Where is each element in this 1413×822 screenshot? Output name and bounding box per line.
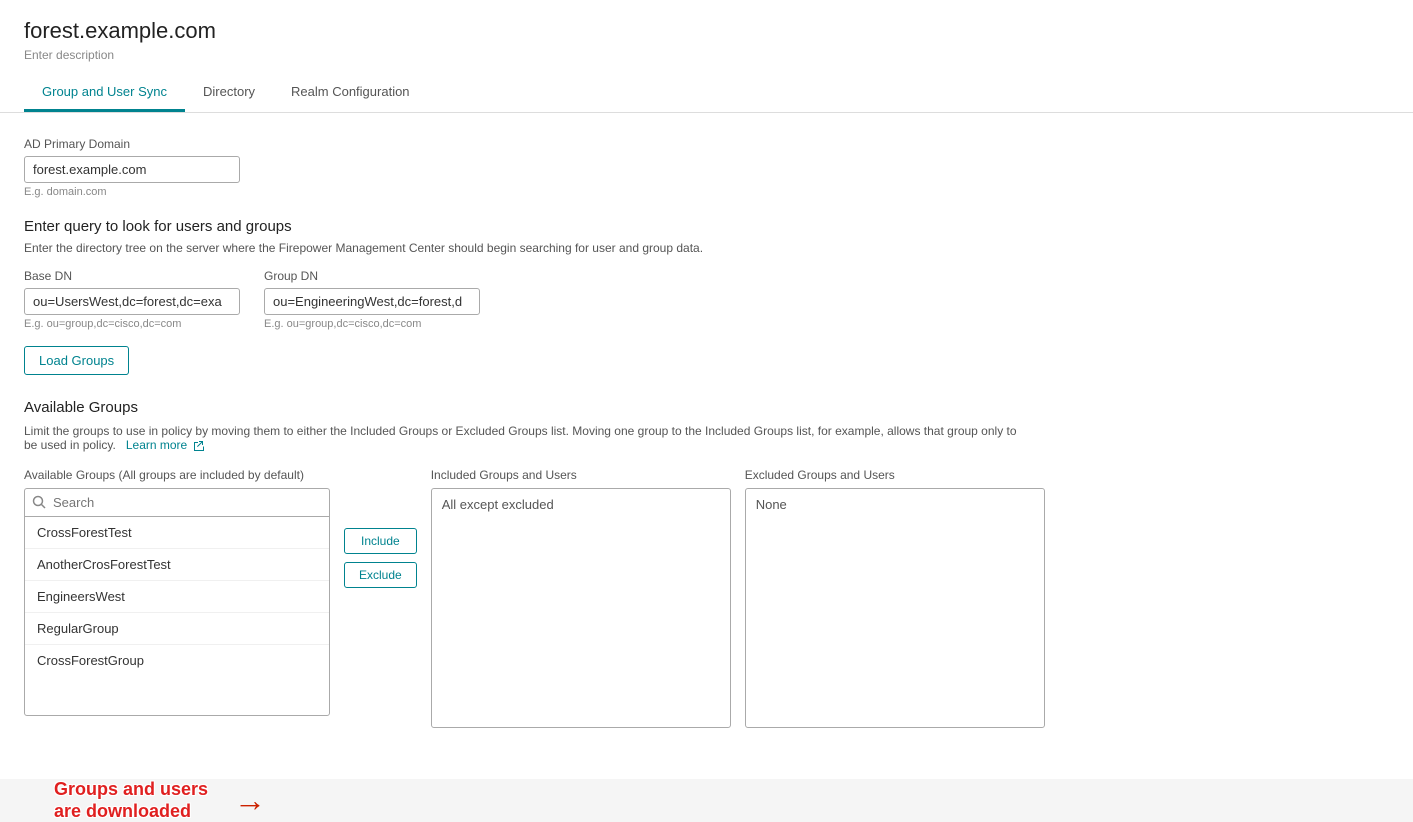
list-item[interactable]: CrossForestGroup — [25, 645, 329, 676]
ad-primary-domain-input[interactable] — [24, 156, 240, 183]
query-section-desc: Enter the directory tree on the server w… — [24, 241, 784, 255]
included-groups-list: All except excluded — [431, 488, 731, 728]
ad-primary-domain-section: AD Primary Domain E.g. domain.com — [24, 137, 1389, 198]
query-section: Enter query to look for users and groups… — [24, 218, 1389, 375]
page-description: Enter description — [24, 48, 1389, 62]
annotation-box: Groups and users are downloaded → — [54, 779, 266, 822]
external-link-icon — [193, 440, 205, 452]
included-groups-col-label: Included Groups and Users — [431, 468, 731, 482]
excluded-groups-list: None — [745, 488, 1045, 728]
group-dn-field: Group DN E.g. ou=group,dc=cisco,dc=com — [264, 269, 480, 330]
excluded-groups-column: Excluded Groups and Users None — [745, 468, 1045, 728]
include-button[interactable]: Include — [344, 528, 417, 554]
tabs-nav: Group and User Sync Directory Realm Conf… — [24, 74, 1389, 112]
exclude-button[interactable]: Exclude — [344, 562, 417, 588]
list-item[interactable]: CrossForestTest — [25, 517, 329, 549]
included-groups-value: All except excluded — [442, 497, 554, 512]
tab-realm-configuration[interactable]: Realm Configuration — [273, 74, 428, 112]
groups-list: CrossForestTest AnotherCrosForestTest En… — [24, 516, 330, 716]
header-area: forest.example.com Enter description Gro… — [0, 0, 1413, 113]
list-item[interactable]: RegularGroup — [25, 613, 329, 645]
annotation-arrow: → — [234, 782, 266, 819]
base-dn-field: Base DN E.g. ou=group,dc=cisco,dc=com — [24, 269, 240, 330]
excluded-groups-col-label: Excluded Groups and Users — [745, 468, 1045, 482]
search-icon — [32, 495, 46, 509]
load-groups-button[interactable]: Load Groups — [24, 346, 129, 375]
groups-layout: Available Groups (All groups are include… — [24, 468, 1389, 728]
base-dn-input[interactable] — [24, 288, 240, 315]
group-dn-hint: E.g. ou=group,dc=cisco,dc=com — [264, 318, 480, 330]
ad-primary-domain-hint: E.g. domain.com — [24, 186, 1389, 198]
annotation-text: Groups and users are downloaded — [54, 779, 224, 822]
ad-primary-domain-label: AD Primary Domain — [24, 137, 1389, 151]
learn-more-link[interactable]: Learn more — [123, 438, 205, 452]
available-groups-section: Available Groups Limit the groups to use… — [24, 399, 1389, 728]
page-wrapper: forest.example.com Enter description Gro… — [0, 0, 1413, 779]
base-dn-hint: E.g. ou=group,dc=cisco,dc=com — [24, 318, 240, 330]
available-groups-col-label: Available Groups (All groups are include… — [24, 468, 330, 482]
content-area: AD Primary Domain E.g. domain.com Enter … — [0, 113, 1413, 752]
group-dn-input[interactable] — [264, 288, 480, 315]
tab-group-user-sync[interactable]: Group and User Sync — [24, 74, 185, 112]
dn-row: Base DN E.g. ou=group,dc=cisco,dc=com Gr… — [24, 269, 1389, 330]
list-item[interactable]: EngineersWest — [25, 581, 329, 613]
include-exclude-col: Include Exclude — [330, 528, 431, 588]
base-dn-label: Base DN — [24, 269, 240, 283]
page-title: forest.example.com — [24, 18, 1389, 44]
available-groups-desc: Limit the groups to use in policy by mov… — [24, 424, 1024, 452]
search-input[interactable] — [24, 488, 330, 516]
list-item[interactable]: AnotherCrosForestTest — [25, 549, 329, 581]
search-wrapper — [24, 488, 330, 516]
group-dn-label: Group DN — [264, 269, 480, 283]
included-groups-column: Included Groups and Users All except exc… — [431, 468, 731, 728]
query-section-title: Enter query to look for users and groups — [24, 218, 1389, 235]
available-groups-column: Available Groups (All groups are include… — [24, 468, 330, 716]
tab-directory[interactable]: Directory — [185, 74, 273, 112]
available-groups-title: Available Groups — [24, 399, 1389, 416]
excluded-groups-value: None — [756, 497, 787, 512]
